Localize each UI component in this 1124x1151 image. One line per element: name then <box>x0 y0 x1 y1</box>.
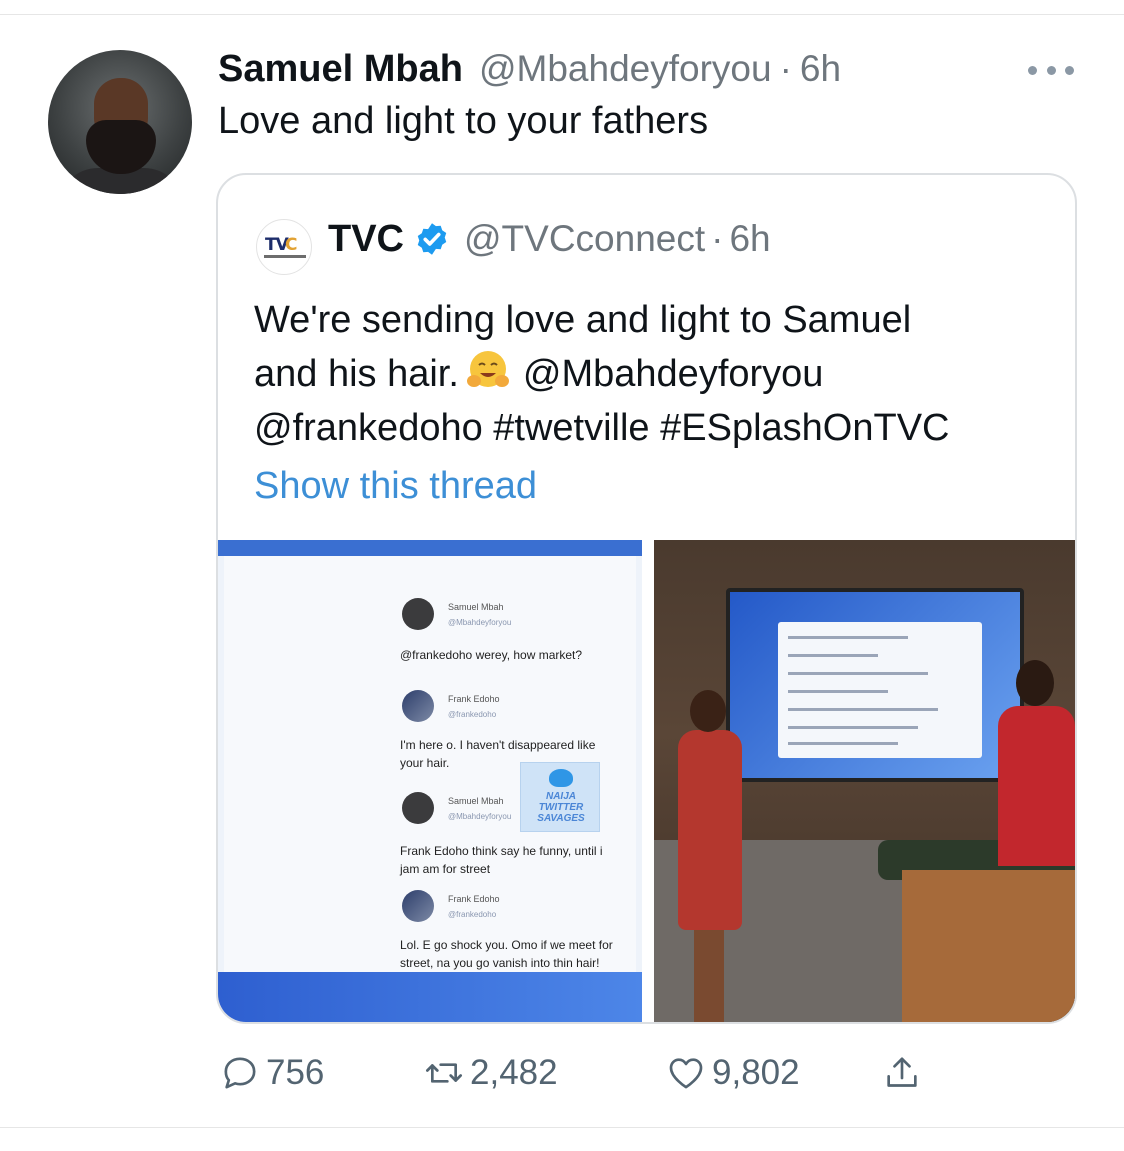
mini-text: jam am for street <box>400 862 491 876</box>
mini-text: Frank Edoho think say he funny, until i <box>400 844 603 858</box>
tvc-logo-c: C <box>285 235 298 255</box>
retweet-button[interactable]: 2,482 <box>424 1050 558 1096</box>
tv-text-line <box>788 690 888 693</box>
reply-count: 756 <box>266 1053 325 1092</box>
quoted-text-line: We're sending love and light to Samuel <box>254 299 912 341</box>
mini-handle: @Mbahdeyforyou <box>448 812 512 821</box>
mini-handle: @frankedoho <box>448 710 497 719</box>
tv-text-line <box>788 708 938 711</box>
retweet-count: 2,482 <box>470 1053 558 1092</box>
quoted-text-fragment: and his hair. <box>254 353 459 395</box>
badge-line: NAIJA <box>545 791 576 802</box>
reply-button[interactable]: 756 <box>220 1050 324 1096</box>
tv-tweet-card <box>778 622 982 758</box>
mini-name: Samuel Mbah <box>448 602 504 612</box>
mini-text: I'm here o. I haven't disappeared like <box>400 738 596 752</box>
heart-icon <box>669 1058 703 1089</box>
studio-desk <box>902 870 1075 1022</box>
tweet-header: Samuel Mbah @Mbahdeyforyou · 6h <box>218 48 841 94</box>
mini-handle: @Mbahdeyforyou <box>448 618 512 627</box>
bottom-divider <box>0 1127 1124 1128</box>
quoted-tweet-timestamp[interactable]: 6h <box>729 218 770 260</box>
tweet-actions: 756 2,482 9,802 <box>0 1050 1124 1096</box>
studio-tv-screen <box>726 588 1024 782</box>
mini-name: Frank Edoho <box>448 694 500 704</box>
author-handle[interactable]: @Mbahdeyforyou <box>479 48 772 90</box>
badge-line: SAVAGES <box>537 813 585 824</box>
hugging-face-emoji-icon <box>466 351 509 387</box>
mini-name: Samuel Mbah <box>448 796 504 806</box>
mini-name: Frank Edoho <box>448 894 500 904</box>
mini-avatar <box>402 890 434 922</box>
presenter-head <box>690 690 726 732</box>
screen-topbar <box>218 540 642 556</box>
media-image-studio[interactable] <box>654 540 1075 1022</box>
share-button[interactable] <box>882 1050 922 1096</box>
quoted-text-line: and his hair. @Mbahdeyforyou <box>254 347 1054 401</box>
mini-avatar <box>402 690 434 722</box>
like-button[interactable]: 9,802 <box>666 1050 800 1096</box>
mini-text: @frankedoho werey, how market? <box>400 648 582 662</box>
separator-dot: · <box>711 218 724 259</box>
reply-bubble-icon <box>224 1057 256 1089</box>
avatar-beard <box>86 120 156 174</box>
show-thread-link[interactable]: Show this thread <box>254 465 537 508</box>
presenter-left <box>678 690 742 1022</box>
top-divider <box>0 14 1124 15</box>
media-gap <box>642 540 654 1022</box>
quoted-tweet-header: TVC @TVCconnect · 6h <box>328 215 771 263</box>
tvc-logo-subline <box>264 255 306 258</box>
like-count: 9,802 <box>712 1053 800 1092</box>
badge-line: TWITTER <box>538 802 584 813</box>
more-dot <box>1046 65 1056 75</box>
presenter-dress <box>678 730 742 930</box>
mini-text: your hair. <box>400 756 450 770</box>
quoted-author-name[interactable]: TVC <box>328 218 404 261</box>
presenter-legs <box>694 926 724 1022</box>
share-icon <box>887 1057 917 1087</box>
mini-avatar <box>402 792 434 824</box>
tv-text-line <box>788 654 878 657</box>
more-dot <box>1065 65 1074 75</box>
quoted-text-line: @frankedoho #twetville #ESplashOnTVC <box>254 407 950 449</box>
retweet-icon <box>426 1063 462 1083</box>
mini-text: Lol. E go shock you. Omo if we meet for <box>400 938 613 952</box>
tvc-logo-avatar[interactable]: TV C <box>256 219 312 275</box>
tv-text-line <box>788 726 918 729</box>
media-image-screenshot[interactable]: Samuel Mbah @Mbahdeyforyou @frankedoho w… <box>218 540 642 1022</box>
tv-text-line <box>788 636 908 639</box>
presenter-right <box>990 660 1075 880</box>
presenter-head <box>1016 660 1054 706</box>
author-name[interactable]: Samuel Mbah <box>218 48 463 91</box>
tweet-text: Love and light to your fathers <box>218 100 709 142</box>
screen-panel: Samuel Mbah @Mbahdeyforyou @frankedoho w… <box>224 556 636 972</box>
quoted-author-handle[interactable]: @TVCconnect <box>464 218 705 260</box>
mini-text: street, na you go vanish into thin hair! <box>400 956 600 970</box>
presenter-body <box>998 706 1075 866</box>
quoted-tweet-card[interactable]: TV C TVC @TVCconnect · 6h We're sending … <box>216 173 1077 1024</box>
badge-text: NAIJA TWITTER SAVAGES <box>527 791 595 824</box>
verified-badge-icon <box>417 223 447 255</box>
naija-twitter-savages-badge: NAIJA TWITTER SAVAGES <box>520 762 600 832</box>
mini-mention: @frankedoho <box>400 648 473 662</box>
media-gallery[interactable]: Samuel Mbah @Mbahdeyforyou @frankedoho w… <box>218 540 1075 1022</box>
screen-bottom-band <box>218 972 642 1022</box>
more-dots-icon[interactable] <box>1028 60 1074 80</box>
more-dot <box>1028 65 1037 75</box>
separator-dot: · <box>779 48 792 89</box>
tv-text-line <box>788 672 928 675</box>
mention-link[interactable]: @Mbahdeyforyou <box>523 353 824 395</box>
mini-text-fragment: werey, how market? <box>472 648 583 662</box>
tweet-timestamp[interactable]: 6h <box>800 48 841 90</box>
author-avatar[interactable] <box>48 50 192 194</box>
quoted-tweet-text: We're sending love and light to Samuel a… <box>254 293 1054 455</box>
twitter-bird-icon <box>549 769 573 787</box>
mini-handle: @frankedoho <box>448 910 497 919</box>
tv-text-line <box>788 742 898 745</box>
mini-avatar <box>402 598 434 630</box>
